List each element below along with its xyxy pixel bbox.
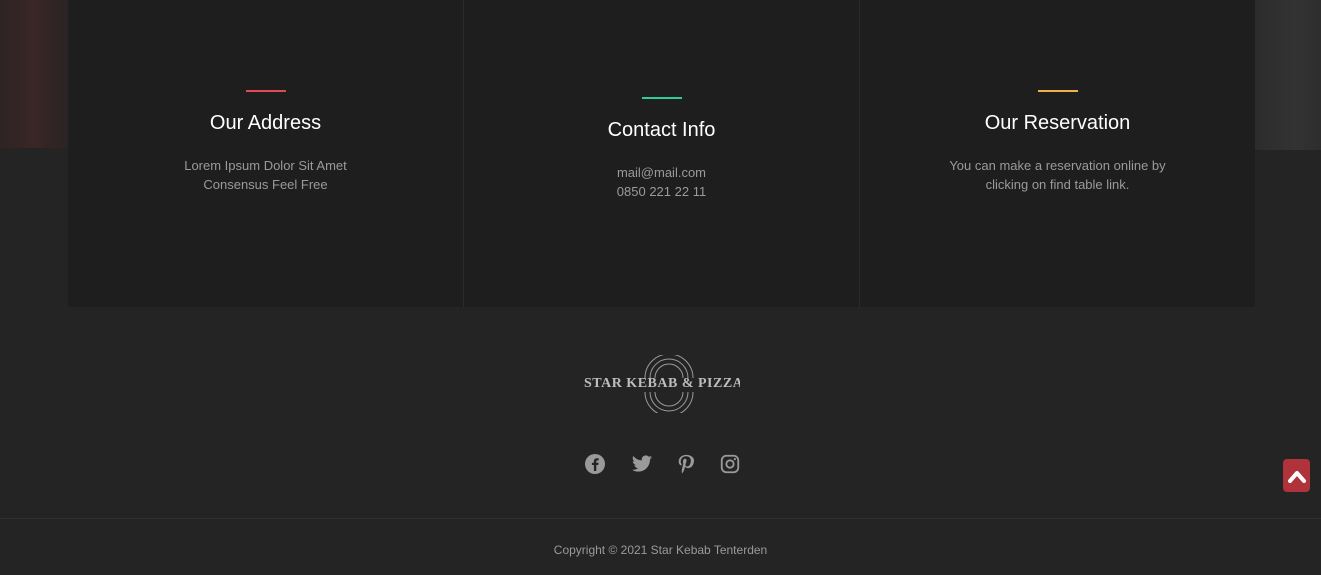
contact-card: Contact Info mail@mail.com 0850 221 22 1…: [464, 0, 860, 307]
address-line-1: Lorem Ipsum Dolor Sit Amet: [184, 158, 347, 173]
contact-email[interactable]: mail@mail.com: [617, 165, 706, 180]
instagram-icon[interactable]: [719, 453, 741, 475]
twitter-icon[interactable]: [631, 453, 653, 475]
address-text: Lorem Ipsum Dolor Sit Amet Consensus Fee…: [184, 156, 347, 194]
reservation-card: Our Reservation You can make a reservati…: [860, 0, 1255, 307]
facebook-icon[interactable]: [584, 453, 606, 475]
address-card: Our Address Lorem Ipsum Dolor Sit Amet C…: [68, 0, 464, 307]
logo-text: STAR KEBAB & PIZZA: [584, 376, 740, 391]
reservation-text: You can make a reservation online by cli…: [949, 156, 1165, 194]
contact-accent-line: [641, 97, 682, 99]
address-line-2: Consensus Feel Free: [203, 177, 328, 192]
info-cards: Our Address Lorem Ipsum Dolor Sit Amet C…: [68, 0, 1255, 307]
scroll-to-top-button[interactable]: [1283, 459, 1310, 492]
footer-divider: [0, 518, 1321, 519]
reservation-line-1: You can make a reservation online by: [949, 158, 1166, 173]
pinterest-icon[interactable]: [675, 453, 697, 475]
address-accent-line: [245, 90, 286, 92]
chevron-up-icon: [1287, 470, 1306, 483]
address-title: Our Address: [209, 112, 322, 134]
contact-text: mail@mail.com 0850 221 22 11: [617, 163, 706, 201]
contact-phone[interactable]: 0850 221 22 11: [617, 184, 706, 199]
copyright-text: Copyright © 2021 Star Kebab Tenterden: [553, 543, 768, 557]
reservation-line-2: clicking on find table link.: [985, 177, 1130, 192]
site-logo[interactable]: STAR KEBAB & PIZZA: [582, 355, 742, 413]
contact-title: Contact Info: [607, 119, 716, 141]
social-links: [584, 453, 741, 477]
background-left-image: [0, 0, 68, 148]
reservation-accent-line: [1037, 90, 1078, 92]
reservation-title: Our Reservation: [984, 112, 1131, 134]
background-right-image: [1255, 0, 1321, 150]
